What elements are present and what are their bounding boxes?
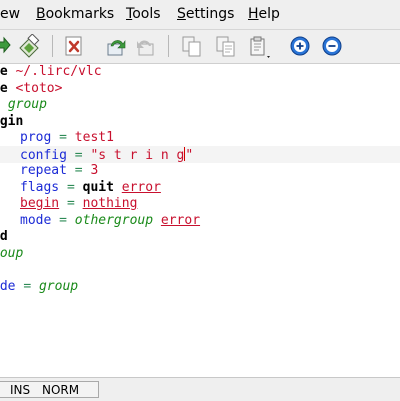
menu-tools-label: ools — [132, 6, 161, 22]
key: mode — [20, 212, 52, 228]
redo-icon[interactable] — [0, 34, 14, 58]
zoom-out-icon[interactable] — [320, 34, 344, 58]
keyword: nd — [0, 229, 8, 244]
operator: = — [23, 278, 32, 294]
code-line-13: ode = group — [0, 279, 78, 296]
key: prog — [20, 130, 52, 145]
keyword: de — [0, 80, 8, 96]
save-icon[interactable] — [17, 34, 41, 58]
string-value: "s t r i n g — [90, 147, 185, 163]
menu-bookmarks-label: ookmarks — [45, 6, 115, 22]
menu-bookmarks-mnemonic: B — [36, 6, 46, 22]
symbol: othergroup — [74, 212, 154, 228]
menu-view-label: ew — [0, 6, 21, 22]
code-line-5: prog = test1 — [20, 130, 114, 147]
symbol: roup — [0, 245, 24, 261]
input-mode-indicator[interactable]: NORM — [42, 383, 79, 397]
cut-icon[interactable] — [214, 34, 238, 58]
menu-help-label: elp — [258, 6, 280, 22]
key: repeat — [20, 163, 67, 178]
error-token: error — [160, 212, 201, 228]
flag-value: quit — [82, 179, 114, 195]
error-token: begin — [20, 196, 60, 211]
keyword: egin — [0, 113, 24, 129]
code-line-2: de <toto> — [0, 81, 62, 98]
menu-bookmarks[interactable]: Bookmarks — [36, 6, 114, 22]
undo-icon[interactable] — [104, 34, 128, 58]
close-document-icon[interactable] — [62, 34, 86, 58]
code-line-3: group — [0, 97, 47, 114]
menu-view[interactable]: ew — [0, 6, 20, 22]
menu-tools[interactable]: Tools — [126, 6, 161, 22]
key: flags — [20, 179, 60, 195]
redo-disabled-icon[interactable] — [134, 34, 158, 58]
code-line-8: flags = quit error — [20, 180, 161, 197]
keyword: de — [0, 64, 8, 79]
code-line-12: roup — [0, 246, 23, 263]
zoom-in-icon[interactable] — [288, 34, 312, 58]
toolbar-separator — [52, 35, 53, 57]
symbol: group — [38, 278, 79, 294]
menu-help-mnemonic: H — [248, 6, 259, 22]
code-line-11: nd — [0, 229, 8, 246]
operator: = — [66, 196, 75, 211]
menu-settings-label: ettings — [185, 6, 235, 22]
copy-icon[interactable] — [180, 34, 204, 58]
code-line-7: repeat = 3 — [20, 163, 98, 180]
code-line-10: mode = othergroup error — [20, 213, 200, 230]
key: config — [20, 147, 67, 163]
string-value: <toto> — [15, 80, 63, 96]
code-line-6: config = "s t r i n g" — [20, 146, 194, 164]
code-line-4: egin — [0, 114, 23, 131]
operator: = — [59, 130, 67, 145]
error-token: nothing — [82, 196, 138, 211]
operator: = — [74, 147, 83, 163]
operator: = — [66, 179, 75, 195]
menu-bar: ew Bookmarks Tools Settings Help — [0, 0, 400, 30]
menu-settings-mnemonic: S — [177, 6, 186, 22]
insert-mode-indicator[interactable]: INS — [10, 383, 30, 397]
key: ode — [0, 278, 16, 294]
toolbar-separator — [168, 35, 169, 57]
string-value: test1 — [74, 130, 114, 145]
error-token: error — [121, 179, 161, 195]
string-value-end: " — [185, 147, 194, 163]
paste-icon[interactable] — [247, 34, 271, 58]
symbol: group — [7, 97, 47, 112]
code-line-9: begin = nothing — [20, 196, 137, 213]
menu-settings[interactable]: Settings — [177, 6, 234, 22]
text-editor[interactable]: de ~/.lirc/vlc de <toto> group egin prog… — [0, 64, 400, 377]
number-value: 3 — [90, 163, 99, 178]
main-toolbar — [0, 30, 400, 64]
code-line-1: de ~/.lirc/vlc — [0, 64, 102, 81]
menu-help[interactable]: Help — [248, 6, 280, 22]
operator: = — [59, 212, 67, 228]
status-bar: INS NORM — [0, 377, 400, 401]
string-value: ~/.lirc/vlc — [15, 64, 102, 79]
operator: = — [74, 163, 83, 178]
